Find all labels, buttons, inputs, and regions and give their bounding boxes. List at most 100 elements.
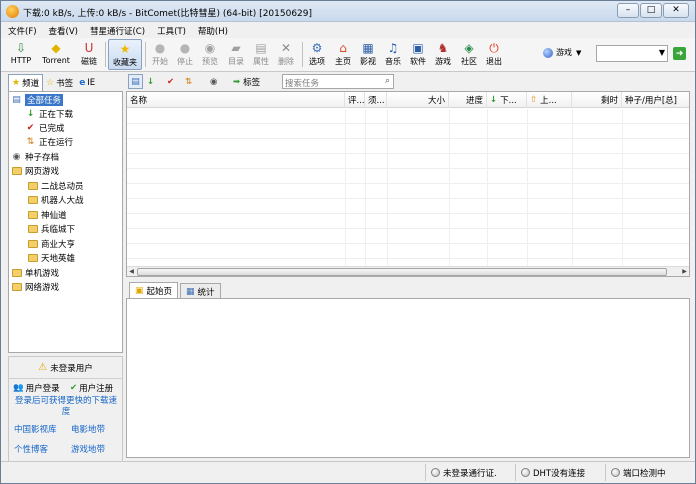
downloading-icon: ↓ xyxy=(26,108,35,119)
folder-icon xyxy=(27,209,38,220)
horizontal-scrollbar[interactable]: ◀ ▶ xyxy=(127,266,689,276)
tree-item-completed[interactable]: ✔ 已完成 xyxy=(25,121,65,134)
column-required[interactable]: 须... xyxy=(365,92,387,108)
tree-item-game[interactable]: 神仙道 xyxy=(27,208,67,221)
tree-item-game[interactable]: 兵临城下 xyxy=(27,222,75,235)
window-title: 下载:0 kB/s, 上传:0 kB/s - BitComet(比特彗星) (6… xyxy=(23,9,313,19)
tree-item-game[interactable]: 天地英雄 xyxy=(27,251,75,264)
home-icon: ⌂ xyxy=(339,40,347,55)
statistics-icon: ▦ xyxy=(186,286,195,297)
tree-item-running[interactable]: ⇅ 正在运行 xyxy=(25,135,73,148)
chevron-down-icon[interactable]: ▼ xyxy=(659,48,665,57)
tree-item-game[interactable]: 二战总动员 xyxy=(27,179,84,192)
user-login-button[interactable]: 👥 用户登录 xyxy=(13,381,60,394)
toolbar-folder-button[interactable]: ▰ 目录 xyxy=(225,39,247,70)
column-seeds-peers[interactable]: 种子/用户[总] xyxy=(622,92,689,108)
minimize-button[interactable]: – xyxy=(617,3,639,18)
folder-open-icon: ▰ xyxy=(231,40,241,55)
filter-downloading-icon[interactable]: ↓ xyxy=(147,75,154,89)
scroll-left-icon[interactable]: ◀ xyxy=(127,267,136,276)
toolbar-properties-button[interactable]: ▤ 属性 xyxy=(250,39,272,70)
task-list-header: 名称 评... 须... 大小 进度 ↓ 下... ⇧ 上... 剩时 种子/用户[… xyxy=(127,92,689,108)
all-tasks-icon: ▤ xyxy=(12,94,21,105)
web-search-category[interactable]: 游戏 ▼ xyxy=(543,47,581,58)
task-list-body xyxy=(127,109,689,266)
running-icon: ⇅ xyxy=(26,136,35,147)
toolbar-torrent-button[interactable]: ◆ Torrent xyxy=(37,39,75,70)
scroll-thumb[interactable] xyxy=(137,268,667,276)
link-movie-zone[interactable]: 电影地带 xyxy=(71,423,105,435)
tab-start-page[interactable]: ▣ 起始页 xyxy=(129,282,179,299)
tree-item-game[interactable]: 机器人大战 xyxy=(27,193,84,206)
tab-bookmarks[interactable]: ☆ 书签 xyxy=(43,75,76,90)
tag-button[interactable]: ➡ 标签 xyxy=(233,75,260,89)
tab-ie[interactable]: e IE xyxy=(76,75,98,90)
tree-item-online-games[interactable]: 网络游戏 xyxy=(11,280,59,293)
toolbar-preview-button[interactable]: ◉ 预览 xyxy=(199,39,221,70)
close-button[interactable]: ✕ xyxy=(663,3,689,18)
search-go-button[interactable]: ➜ xyxy=(673,47,686,60)
tree-item-all-tasks[interactable]: ▤ 全部任务 xyxy=(11,93,64,106)
web-search-input[interactable]: ▼ xyxy=(596,45,668,62)
search-icon[interactable]: ⌕ xyxy=(385,76,390,86)
toolbar-video-button[interactable]: ▦ 影视 xyxy=(357,39,379,70)
column-time-left[interactable]: 剩时 xyxy=(572,92,622,108)
menu-help[interactable]: 帮助(H) xyxy=(191,22,233,38)
toolbar-home-button[interactable]: ⌂ 主页 xyxy=(332,39,354,70)
link-movie-library[interactable]: 中国影视库 xyxy=(14,423,57,435)
link-blog[interactable]: 个性博客 xyxy=(14,443,48,455)
column-size[interactable]: 大小 xyxy=(387,92,449,108)
globe-icon xyxy=(543,47,553,58)
link-game-zone[interactable]: 游戏地带 xyxy=(71,443,105,455)
chevron-down-icon: ▼ xyxy=(576,48,582,57)
tree-item-downloading[interactable]: ↓ 正在下载 xyxy=(25,107,73,120)
toolbar-options-button[interactable]: ⚙ 选项 xyxy=(306,39,328,70)
toolbar-game-button[interactable]: ♞ 游戏 xyxy=(432,39,454,70)
tree-item-game[interactable]: 商业大亨 xyxy=(27,237,75,250)
toolbar-software-button[interactable]: ▣ 软件 xyxy=(407,39,429,70)
tab-statistics[interactable]: ▦ 统计 xyxy=(180,283,221,299)
exit-icon: ⏻ xyxy=(489,40,499,55)
menu-view[interactable]: 查看(V) xyxy=(42,22,83,38)
folder-icon xyxy=(27,223,38,234)
warning-icon: ⚠ xyxy=(38,362,48,373)
column-rating[interactable]: 评... xyxy=(345,92,365,108)
column-upload-speed[interactable]: ⇧ 上... xyxy=(527,92,572,108)
users-icon: 👥 xyxy=(13,382,24,393)
star-icon: ★ xyxy=(12,78,21,88)
delete-icon: ✕ xyxy=(280,40,292,55)
menu-file[interactable]: 文件(F) xyxy=(1,22,42,38)
completed-icon: ✔ xyxy=(26,122,35,133)
column-name[interactable]: 名称 xyxy=(127,92,345,108)
toolbar-magnet-button[interactable]: U 磁链 xyxy=(77,39,101,70)
torrent-icon: ◆ xyxy=(51,40,61,55)
toolbar-community-button[interactable]: ◈ 社区 xyxy=(457,39,481,70)
column-progress[interactable]: 进度 xyxy=(449,92,487,108)
task-search-input[interactable]: 搜索任务 ⌕ xyxy=(282,74,394,89)
toolbar-stop-button[interactable]: ● 停止 xyxy=(174,39,196,70)
filter-archive-icon[interactable]: ◉ xyxy=(210,75,217,89)
toolbar-music-button[interactable]: ♫ 音乐 xyxy=(382,39,404,70)
menu-tools[interactable]: 工具(T) xyxy=(150,22,191,38)
toolbar-start-button[interactable]: ● 开始 xyxy=(149,39,171,70)
toolbar-delete-button[interactable]: ✕ 删除 xyxy=(275,39,297,70)
column-download-speed[interactable]: ↓ 下... xyxy=(487,92,527,108)
tree-item-single-player-games[interactable]: 单机游戏 xyxy=(11,266,59,279)
bottom-tabs: ▣ 起始页 ▦ 统计 xyxy=(129,282,221,299)
tree-item-web-games[interactable]: 网页游戏 xyxy=(11,164,59,177)
toolbar-http-button[interactable]: ⇩ HTTP xyxy=(7,39,35,70)
toolbar-exit-button[interactable]: ⏻ 退出 xyxy=(483,39,505,70)
login-hint-link[interactable]: 登录后可获得更快的下载速度 xyxy=(12,396,120,418)
scroll-right-icon[interactable]: ▶ xyxy=(680,267,689,276)
toolbar-favorites-button[interactable]: ★ 收藏夹 xyxy=(108,39,142,70)
filter-completed-icon[interactable]: ✔ xyxy=(167,75,174,89)
game-icon: ♞ xyxy=(437,40,449,55)
task-view-toggle[interactable]: ▤ xyxy=(128,74,143,89)
folder-icon xyxy=(27,180,38,191)
tab-channel[interactable]: ★ 频道 xyxy=(8,74,44,91)
filter-running-icon[interactable]: ⇅ xyxy=(185,75,192,89)
menu-passport[interactable]: 彗星通行证(C) xyxy=(83,22,150,38)
user-register-button[interactable]: ✔ 用户注册 xyxy=(70,381,113,394)
tree-item-torrent-archive[interactable]: ◉ 种子存档 xyxy=(11,150,59,163)
maximize-button[interactable]: □ xyxy=(640,3,662,18)
